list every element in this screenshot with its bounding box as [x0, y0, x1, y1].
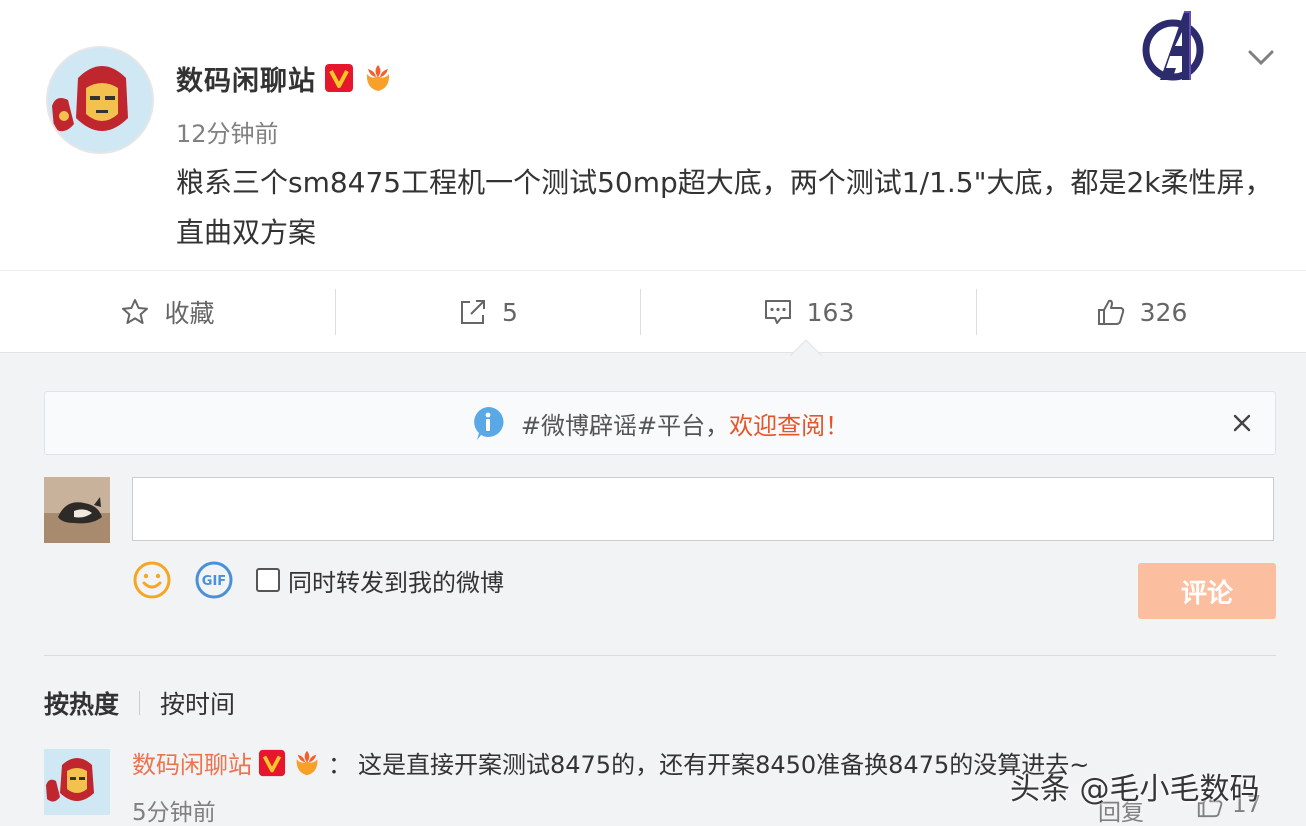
- star-icon: [122, 299, 149, 324]
- comment-author[interactable]: 数码闲聊站: [132, 745, 252, 780]
- like-button[interactable]: 326: [977, 271, 1306, 353]
- ironman-avatar-image: [44, 749, 110, 815]
- like-count: 326: [1139, 297, 1188, 327]
- divider: [44, 655, 1276, 656]
- favorite-label: 收藏: [164, 299, 215, 328]
- gif-icon[interactable]: GIF: [194, 560, 234, 600]
- comment-icon: [764, 300, 791, 324]
- comment-separator: ：: [328, 751, 352, 779]
- flower-badge-icon: [296, 750, 318, 775]
- forward-option[interactable]: 同时转发到我的微博: [256, 563, 504, 598]
- notice-text: #微博辟谣#平台，: [520, 411, 730, 440]
- repost-count: 5: [502, 297, 518, 327]
- cat-avatar-image: [44, 477, 110, 543]
- close-icon[interactable]: [1227, 408, 1257, 438]
- current-user-avatar[interactable]: [44, 477, 110, 543]
- svg-text:GIF: GIF: [202, 574, 226, 589]
- tab-sort-time[interactable]: 按时间: [160, 685, 235, 721]
- comment-pointer-arrow: [790, 339, 822, 356]
- comment-text: 这是直接开案测试8475的，还有开案8450准备换8475的没算进去~: [358, 751, 1090, 779]
- notice-link[interactable]: 欢迎查阅！: [729, 412, 849, 440]
- author-line: 数码闲聊站: [176, 58, 394, 98]
- submit-comment-button[interactable]: 评论: [1138, 563, 1276, 619]
- forward-label: 同时转发到我的微博: [288, 568, 504, 597]
- forward-checkbox[interactable]: [256, 568, 280, 592]
- watermark-text: 头条 @毛小毛数码: [1010, 772, 1260, 807]
- comment-sort-tabs: 按热度 按时间: [44, 685, 235, 721]
- post-content: 粮系三个sm8475工程机一个测试50mp超大底，两个测试1/1.5"大底，都是…: [176, 166, 1273, 249]
- chevron-down-icon[interactable]: [1244, 42, 1278, 72]
- weibo-post: 数码闲聊站 12分钟前 粮系三个sm8475工程机一个测试50mp超大底，两个测…: [0, 0, 1306, 270]
- notice-banner: #微博辟谣#平台，欢迎查阅！: [44, 391, 1276, 455]
- emoji-icon[interactable]: [132, 560, 172, 600]
- flower-badge-icon: [366, 65, 390, 91]
- repost-button[interactable]: 5: [336, 271, 640, 353]
- ironman-avatar-image: [48, 48, 152, 152]
- comment-input[interactable]: [132, 477, 1274, 541]
- composer-tools: GIF 同时转发到我的微博: [132, 559, 504, 601]
- author-avatar[interactable]: [46, 46, 154, 154]
- favorite-button[interactable]: 收藏: [0, 271, 335, 353]
- author-name[interactable]: 数码闲聊站: [176, 59, 316, 98]
- comment-count: 163: [806, 297, 855, 327]
- info-icon: [474, 406, 504, 440]
- sort-divider: [139, 691, 141, 715]
- comment-timestamp: 5分钟前: [132, 800, 216, 826]
- post-action-bar: 收藏 5 163 326: [0, 270, 1306, 352]
- comment-line: 数码闲聊站 ： 这是直接开案测试8475的，还有开案8450准备换8475的没算…: [132, 745, 1089, 780]
- comments-section: #微博辟谣#平台，欢迎查阅！ GIF 同时转发到我的微博 评论 按热度 按时间 …: [0, 352, 1306, 826]
- tab-sort-hot[interactable]: 按热度: [44, 685, 119, 721]
- commenter-avatar[interactable]: [44, 749, 110, 815]
- repost-icon: [461, 300, 486, 324]
- avengers-logo-icon: [1142, 11, 1204, 81]
- verified-badge-icon: [325, 64, 353, 92]
- verified-badge-icon: [258, 749, 286, 776]
- like-icon: [1097, 299, 1124, 325]
- post-timestamp[interactable]: 12分钟前: [176, 114, 279, 149]
